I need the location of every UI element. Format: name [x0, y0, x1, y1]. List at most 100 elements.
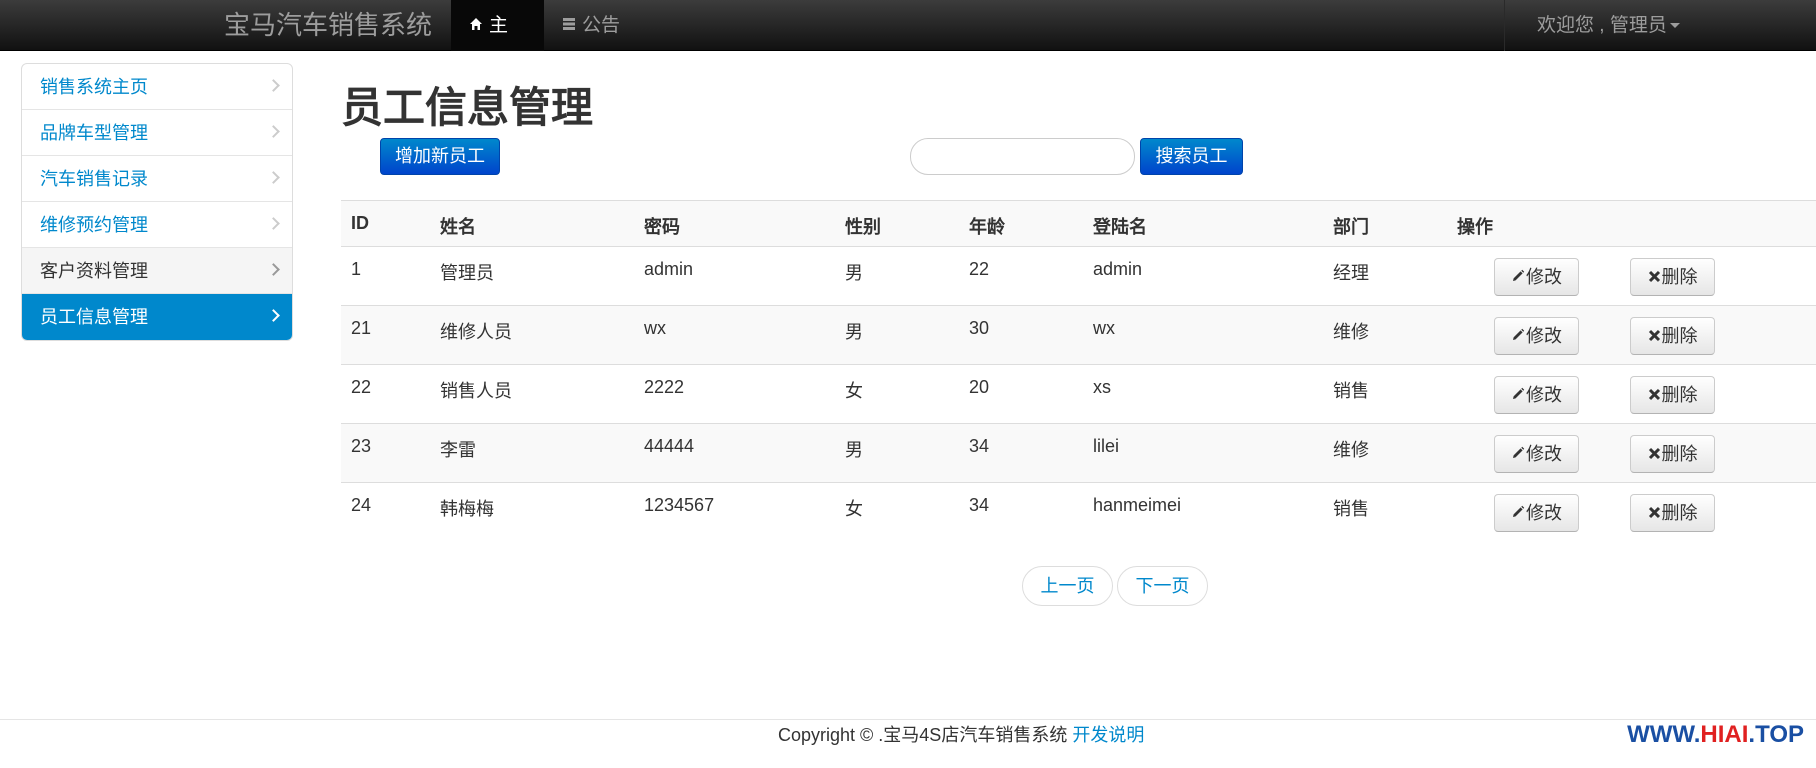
- table-row: 24 韩梅梅 1234567 女 34 hanmeimei 销售 修改 删除: [341, 482, 1816, 541]
- edit-label: 修改: [1526, 503, 1562, 523]
- watermark-part: WWW.: [1627, 721, 1701, 748]
- sidebar-item-sales[interactable]: 汽车销售记录: [22, 156, 292, 202]
- delete-button[interactable]: 删除: [1630, 376, 1715, 414]
- column-header: 操作: [1457, 217, 1493, 237]
- edit-label: 修改: [1526, 326, 1562, 346]
- prev-page-button[interactable]: 上一页: [1022, 566, 1113, 606]
- cell-gender: 女: [845, 381, 863, 401]
- sidebar-item-label: 汽车销售记录: [40, 169, 148, 189]
- edit-label: 修改: [1526, 267, 1562, 287]
- close-icon: [1648, 270, 1660, 282]
- cell-password: 1234567: [644, 495, 715, 515]
- cell-gender: 男: [845, 263, 863, 283]
- cell-name: 李雷: [440, 440, 476, 460]
- delete-label: 删除: [1661, 267, 1698, 287]
- cell-name: 管理员: [440, 263, 494, 283]
- cell-password: admin: [644, 259, 694, 279]
- brand-title[interactable]: 宝马汽车销售系统: [224, 0, 432, 51]
- delete-label: 删除: [1661, 385, 1698, 405]
- chevron-right-icon: [267, 125, 280, 138]
- add-employee-button[interactable]: 增加新员工: [380, 138, 500, 175]
- pencil-icon: [1513, 329, 1525, 341]
- user-dropdown[interactable]: 欢迎您 , 管理员: [1504, 0, 1816, 51]
- table-row: 23 李雷 44444 男 34 lilei 维修 修改 删除: [341, 423, 1816, 482]
- close-icon: [1648, 506, 1660, 518]
- close-icon: [1648, 329, 1660, 341]
- sidebar-item-home[interactable]: 销售系统主页: [22, 64, 292, 110]
- pencil-icon: [1513, 388, 1525, 400]
- table-row: 21 维修人员 wx 男 30 wx 维修 修改 删除: [341, 305, 1816, 364]
- cell-name: 维修人员: [440, 322, 512, 342]
- cell-id: 1: [351, 259, 362, 279]
- edit-button[interactable]: 修改: [1494, 494, 1579, 532]
- cell-login: xs: [1093, 377, 1111, 397]
- sidebar-item-label: 员工信息管理: [40, 307, 148, 327]
- delete-button[interactable]: 删除: [1630, 317, 1715, 355]
- chevron-right-icon: [267, 171, 280, 184]
- chevron-right-icon: [267, 263, 280, 276]
- cell-age: 20: [969, 377, 990, 397]
- delete-label: 删除: [1661, 503, 1698, 523]
- edit-button[interactable]: 修改: [1494, 435, 1579, 473]
- cell-gender: 男: [845, 322, 863, 342]
- sidebar-item-repairs[interactable]: 维修预约管理: [22, 202, 292, 248]
- column-header: 密码: [644, 217, 680, 237]
- edit-button[interactable]: 修改: [1494, 258, 1579, 296]
- footer-divider: [0, 719, 1816, 720]
- dev-notes-link[interactable]: 开发说明: [1072, 725, 1144, 745]
- edit-button[interactable]: 修改: [1494, 317, 1579, 355]
- chevron-right-icon: [267, 79, 280, 92]
- footer: Copyright © .宝马4S店汽车销售系统 开发说明: [778, 721, 1144, 747]
- delete-button[interactable]: 删除: [1630, 494, 1715, 532]
- sidebar-item-label: 客户资料管理: [40, 261, 148, 281]
- delete-button[interactable]: 删除: [1630, 258, 1715, 296]
- cell-age: 30: [969, 318, 990, 338]
- caret-down-icon: [1669, 23, 1680, 29]
- top-navbar: 宝马汽车销售系统 主页 公告 欢迎您 , 管理员: [0, 0, 1816, 87]
- delete-button[interactable]: 删除: [1630, 435, 1715, 473]
- cell-password: 44444: [644, 436, 695, 456]
- table-row: 22 销售人员 2222 女 20 xs 销售 修改 删除: [341, 364, 1816, 423]
- nav-home[interactable]: 主页: [451, 0, 544, 87]
- user-greeting: 欢迎您 , 管理员: [1537, 15, 1667, 36]
- nav-notice[interactable]: 公告: [544, 0, 638, 51]
- sidebar-item-label: 销售系统主页: [40, 77, 148, 97]
- copyright-text: Copyright © .宝马4S店汽车销售系统: [778, 725, 1073, 745]
- table-header-row: ID 姓名 密码 性别 年龄 登陆名 部门 操作: [341, 200, 1816, 246]
- close-icon: [1648, 388, 1660, 400]
- next-page-button[interactable]: 下一页: [1117, 566, 1208, 606]
- pencil-icon: [1513, 270, 1525, 282]
- column-header: 部门: [1333, 217, 1369, 237]
- search-employee-button[interactable]: 搜索员工: [1140, 138, 1243, 175]
- delete-label: 删除: [1661, 444, 1698, 464]
- cell-password: 2222: [644, 377, 685, 397]
- pencil-icon: [1513, 447, 1525, 459]
- delete-label: 删除: [1661, 326, 1698, 346]
- cell-age: 34: [969, 495, 990, 515]
- cell-department: 维修: [1333, 322, 1369, 342]
- table-row: 1 管理员 admin 男 22 admin 经理 修改 删除: [341, 246, 1816, 305]
- sidebar-item-label: 品牌车型管理: [40, 123, 148, 143]
- cell-department: 经理: [1333, 263, 1369, 283]
- cell-name: 销售人员: [440, 381, 512, 401]
- column-header: 年龄: [969, 217, 1005, 237]
- cell-department: 销售: [1333, 381, 1369, 401]
- cell-id: 21: [351, 318, 372, 338]
- search-input[interactable]: [910, 138, 1135, 175]
- site-watermark: WWW.HIAI.TOP: [1627, 721, 1804, 749]
- sidebar-item-brands[interactable]: 品牌车型管理: [22, 110, 292, 156]
- sidebar-item-customers[interactable]: 客户资料管理: [22, 248, 292, 294]
- pencil-icon: [1513, 506, 1525, 518]
- edit-label: 修改: [1526, 385, 1562, 405]
- cell-gender: 男: [845, 440, 863, 460]
- cell-id: 22: [351, 377, 372, 397]
- watermark-part: .TOP: [1748, 721, 1804, 748]
- cell-department: 维修: [1333, 440, 1369, 460]
- edit-button[interactable]: 修改: [1494, 376, 1579, 414]
- cell-id: 24: [351, 495, 372, 515]
- cell-age: 34: [969, 436, 990, 456]
- sidebar-item-employees[interactable]: 员工信息管理: [22, 294, 292, 340]
- cell-department: 销售: [1333, 499, 1369, 519]
- cell-login: admin: [1093, 259, 1143, 279]
- list-icon: [563, 17, 575, 30]
